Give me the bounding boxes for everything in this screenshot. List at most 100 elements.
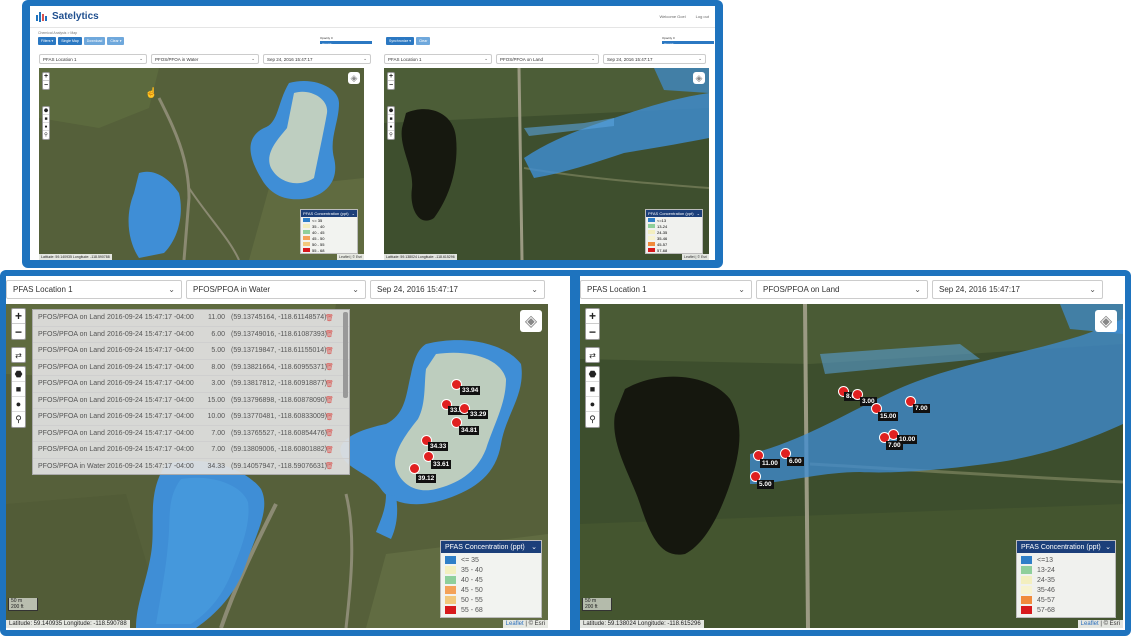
location-select[interactable]: PFAS Location 1 ⌄ (580, 280, 752, 299)
draw-marker-icon[interactable]: ⚲ (43, 131, 49, 139)
leaflet-link[interactable]: Leaflet (1081, 621, 1099, 627)
clear-right-button[interactable]: Clear (416, 37, 431, 45)
location-select[interactable]: PFAS Location 1 ⌄ (384, 54, 492, 64)
opacity-label: Opacity 0 (662, 36, 675, 40)
opacity-slider-left[interactable]: Opacity 0 Opacity (320, 36, 372, 46)
synchronize-button[interactable]: Synchronize ▾ (386, 37, 414, 45)
draw-marker-icon[interactable]: ⚲ (12, 412, 25, 427)
location-select[interactable]: PFAS Location 1 ⌄ (6, 280, 182, 299)
logout-link[interactable]: Log out (696, 14, 709, 19)
metric-select[interactable]: PFOS/PFOA on Land ⌄ (496, 54, 599, 64)
draw-circle-icon[interactable]: ● (43, 123, 49, 131)
filters-button[interactable]: Filters ▾ (38, 37, 57, 45)
table-scrollbar[interactable] (343, 312, 348, 398)
legend-header[interactable]: PFAS Concentration (ppt) ⌄ (441, 541, 541, 553)
legend-header[interactable]: PFAS Concentration (ppt) ⌄ (1017, 541, 1115, 553)
draw-circle-icon[interactable]: ● (388, 123, 394, 131)
top-water-map[interactable]: + − ⬣ ■ ● ⚲ ◈ ☝ PFAS Concentration (ppt)… (39, 68, 364, 260)
metric-select[interactable]: PFOS/PFOA in Water ⌄ (186, 280, 366, 299)
date-select[interactable]: Sep 24, 2016 15:47:17 ⌄ (263, 54, 371, 64)
table-row[interactable]: PFOS/PFOA on Land 2016-09-24 15:47:17 -04… (33, 327, 349, 343)
legend-item: 45 - 50 (441, 585, 541, 595)
trash-icon[interactable]: 🗑 (325, 347, 334, 355)
bottom-land-map[interactable]: + − ⇄ ⬣ ■ ● ⚲ ◈ 8.00 3.00 15.00 7.00 10.… (580, 304, 1123, 628)
legend-header[interactable]: PFAS Concentration (ppt) ⌄ (646, 210, 702, 217)
edit-layers-icon[interactable]: ⇄ (586, 348, 599, 362)
draw-marker-icon[interactable]: ⚲ (388, 131, 394, 139)
table-row[interactable]: PFOS/PFOA on Land 2016-09-24 15:47:17 -04… (33, 310, 349, 327)
metric-select[interactable]: PFOS/PFOA in Water ⌄ (151, 54, 259, 64)
table-row[interactable]: PFOS/PFOA on Land 2016-09-24 15:47:17 -04… (33, 376, 349, 393)
layers-icon[interactable]: ◈ (520, 310, 542, 332)
zoom-out-button[interactable]: − (388, 81, 394, 89)
layers-icon[interactable]: ◈ (693, 72, 705, 84)
table-row[interactable]: PFOS/PFOA in Water 2016-09-24 15:47:17 -0… (33, 459, 349, 475)
opacity-button[interactable]: Opacity (662, 41, 714, 46)
opacity-button[interactable]: Opacity (320, 41, 372, 46)
layers-icon[interactable]: ◈ (1095, 310, 1117, 332)
clear-button[interactable]: Clear ▾ (107, 37, 125, 45)
download-button[interactable]: Download (83, 37, 106, 45)
draw-square-icon[interactable]: ■ (12, 382, 25, 397)
trash-icon[interactable]: 🗑 (325, 363, 334, 371)
trash-icon[interactable]: 🗑 (325, 429, 334, 437)
date-select[interactable]: Sep 24, 2016 15:47:17 ⌄ (370, 280, 545, 299)
draw-circle-icon[interactable]: ● (12, 397, 25, 412)
draw-square-icon[interactable]: ■ (43, 115, 49, 123)
draw-polygon-icon[interactable]: ⬣ (12, 367, 25, 382)
table-row[interactable]: PFOS/PFOA on Land 2016-09-24 15:47:17 -04… (33, 426, 349, 442)
layers-icon[interactable]: ◈ (348, 72, 360, 84)
trash-icon[interactable]: 🗑 (325, 314, 334, 322)
leaflet-link[interactable]: Leaflet (506, 621, 524, 627)
legend-item: 40 - 45 (441, 575, 541, 585)
map-scale: 50 m 200 ft (582, 598, 612, 611)
table-row[interactable]: PFOS/PFOA on Land 2016-09-24 15:47:17 -04… (33, 442, 349, 459)
trash-icon[interactable]: 🗑 (325, 396, 334, 404)
opacity-slider-right[interactable]: Opacity 0 Opacity (662, 36, 714, 46)
legend-swatch (648, 218, 655, 222)
brand-logo[interactable]: Satelytics (36, 11, 99, 23)
zoom-in-button[interactable]: + (12, 309, 25, 324)
table-row[interactable]: PFOS/PFOA on Land 2016-09-24 15:47:17 -04… (33, 409, 349, 426)
zoom-out-button[interactable]: − (586, 324, 599, 339)
draw-circle-icon[interactable]: ● (586, 397, 599, 412)
trash-icon[interactable]: 🗑 (325, 446, 334, 454)
trash-icon[interactable]: 🗑 (325, 380, 334, 388)
draw-square-icon[interactable]: ■ (388, 115, 394, 123)
zoom-in-button[interactable]: + (388, 73, 394, 81)
draw-edit-control: ⇄ (585, 347, 600, 363)
location-select[interactable]: PFAS Location 1 ⌄ (39, 54, 147, 64)
trash-icon[interactable]: 🗑 (325, 330, 334, 338)
trash-icon[interactable]: 🗑 (325, 462, 334, 470)
zoom-in-button[interactable]: + (586, 309, 599, 324)
bottom-water-map[interactable]: + − ⇄ ⬣ ■ ● ⚲ ◈ PFOS/PFOA on Land 2016-09… (6, 304, 548, 628)
legend-item: 50 - 55 (441, 595, 541, 605)
zoom-out-button[interactable]: − (43, 81, 49, 89)
breadcrumb[interactable]: Chemical Analysis > Map (38, 31, 77, 35)
table-row[interactable]: PFOS/PFOA on Land 2016-09-24 15:47:17 -04… (33, 360, 349, 376)
trash-icon[interactable]: 🗑 (325, 413, 334, 421)
table-row[interactable]: PFOS/PFOA on Land 2016-09-24 15:47:17 -04… (33, 343, 349, 360)
table-row[interactable]: PFOS/PFOA on Land 2016-09-24 15:47:17 -04… (33, 393, 349, 409)
edit-layers-icon[interactable]: ⇄ (12, 348, 25, 362)
metric-select[interactable]: PFOS/PFOA on Land ⌄ (756, 280, 928, 299)
single-map-button[interactable]: Single Map (58, 37, 82, 45)
date-select[interactable]: Sep 24, 2016 15:47:17 ⌄ (603, 54, 706, 64)
draw-square-icon[interactable]: ■ (586, 382, 599, 397)
zoom-out-button[interactable]: − (12, 324, 25, 339)
opacity-label: Opacity 0 (320, 36, 333, 40)
date-select[interactable]: Sep 24, 2016 15:47:17 ⌄ (932, 280, 1103, 299)
draw-polygon-icon[interactable]: ⬣ (586, 367, 599, 382)
zoom-in-button[interactable]: + (43, 73, 49, 81)
top-land-map[interactable]: + − ⬣ ■ ● ⚲ ◈ PFAS Concentration (ppt) ⌄ … (384, 68, 709, 260)
map-attribution[interactable]: Leaflet | © Esri (337, 254, 364, 260)
map-attribution[interactable]: Leaflet | © Esri (682, 254, 709, 260)
draw-marker-icon[interactable]: ⚲ (586, 412, 599, 427)
app-header: Satelytics Welcome Goel Log out (30, 6, 715, 28)
welcome-text[interactable]: Welcome Goel (659, 14, 685, 19)
legend-rows: <= 35 35 - 40 40 - 45 45 - 50 50 - 55 55… (301, 217, 357, 253)
legend-item: <=13 (1017, 555, 1115, 565)
draw-polygon-icon[interactable]: ⬣ (43, 107, 49, 115)
legend-header[interactable]: PFAS Concentration (ppt) ⌄ (301, 210, 357, 217)
draw-polygon-icon[interactable]: ⬣ (388, 107, 394, 115)
